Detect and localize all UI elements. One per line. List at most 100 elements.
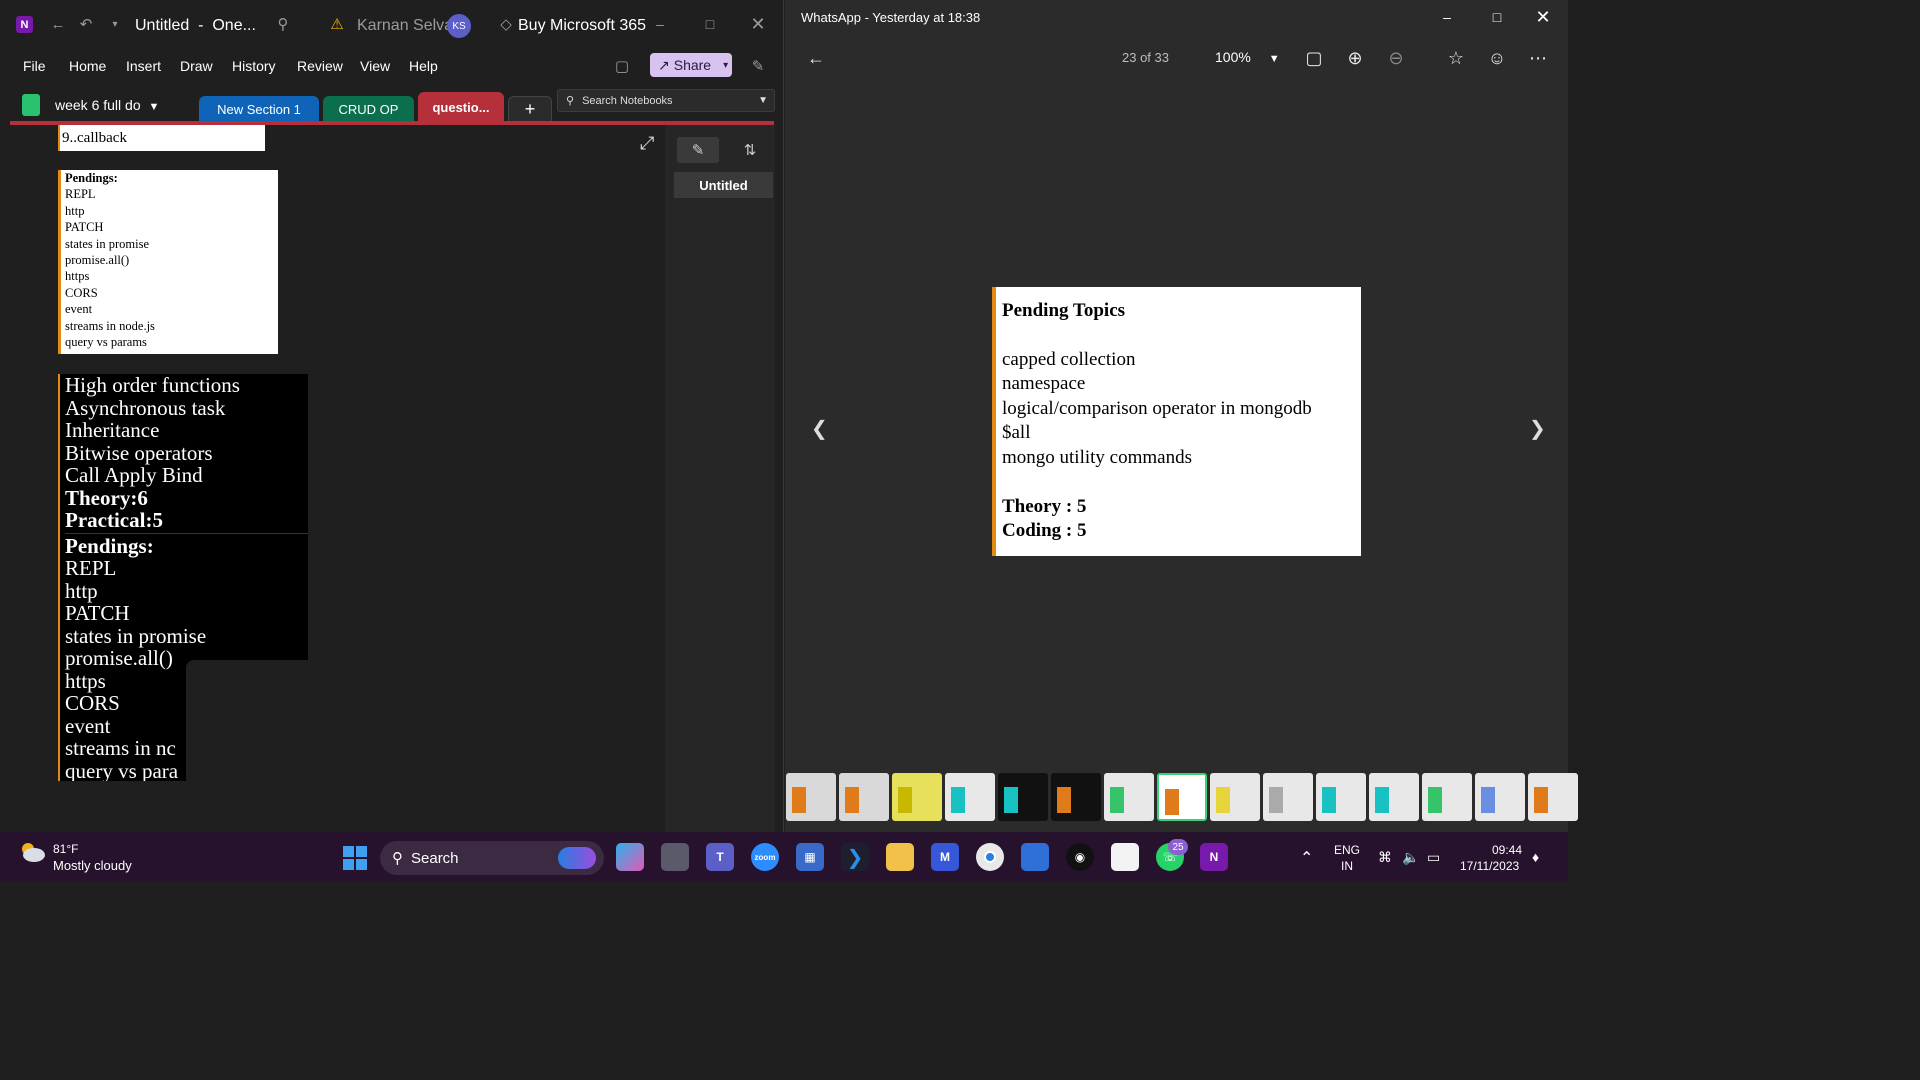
language-bottom[interactable]: IN <box>1341 859 1353 873</box>
weather-temperature[interactable]: 81°F <box>53 842 78 856</box>
menu-draw[interactable]: Draw <box>180 58 213 74</box>
chevron-down-icon[interactable]: ▼ <box>758 95 768 106</box>
next-image-icon[interactable]: ❯ <box>1529 416 1546 441</box>
thumbnail[interactable] <box>786 773 836 821</box>
warning-icon[interactable]: ⚠ <box>327 14 347 34</box>
expand-icon[interactable]: ⤢ <box>640 133 654 154</box>
notebook-icon[interactable] <box>22 94 40 116</box>
thumbnail[interactable] <box>1263 773 1313 821</box>
menu-insert[interactable]: Insert <box>126 58 161 74</box>
zoom-in-icon[interactable]: ⊕ <box>1342 46 1368 70</box>
thumbnail[interactable] <box>1104 773 1154 821</box>
thumbnail[interactable] <box>1369 773 1419 821</box>
task-view-icon[interactable] <box>661 843 689 871</box>
start-button[interactable] <box>343 846 367 870</box>
share-button[interactable]: ↗ Share ▾ <box>650 53 732 77</box>
vscode-app-icon[interactable]: ❯ <box>841 843 869 871</box>
pending-item: http <box>65 203 85 218</box>
practical-count: Practical:5 <box>65 508 163 532</box>
thumbnail-accent <box>951 787 965 813</box>
taskbar <box>0 832 1568 882</box>
close-button[interactable]: ✕ <box>746 12 770 36</box>
zoom-out-icon[interactable]: ⊖ <box>1383 46 1409 70</box>
close-button[interactable]: ✕ <box>1531 5 1555 29</box>
notepad-app-icon[interactable] <box>1111 843 1139 871</box>
thumbnail[interactable] <box>998 773 1048 821</box>
search-icon[interactable]: ⚲ <box>273 14 293 34</box>
thumbnail[interactable] <box>1051 773 1101 821</box>
thumbnail[interactable] <box>1316 773 1366 821</box>
more-options-icon[interactable]: ⋯ <box>1525 46 1551 70</box>
notebook-selector[interactable]: week 6 full do ▼ <box>55 97 159 113</box>
star-icon[interactable]: ☆ <box>1443 46 1469 70</box>
emoji-icon[interactable]: ☺ <box>1484 46 1510 70</box>
search-notebooks-input[interactable]: ⚲ Search Notebooks ▼ <box>557 89 775 112</box>
store-app-icon[interactable]: ▦ <box>796 843 824 871</box>
page-item-untitled[interactable]: Untitled <box>674 172 773 198</box>
search-icon: ⚲ <box>392 850 403 867</box>
back-icon[interactable]: ← <box>48 14 68 34</box>
volume-icon[interactable]: 🔈 <box>1402 849 1419 866</box>
chrome-app-icon[interactable] <box>976 843 1004 871</box>
thumbnail[interactable] <box>1210 773 1260 821</box>
ai-app-icon[interactable]: M <box>931 843 959 871</box>
sort-pages-icon[interactable]: ⇅ <box>729 137 771 163</box>
language-top[interactable]: ENG <box>1334 843 1360 857</box>
notification-bell-icon[interactable]: ♦ <box>1532 849 1539 865</box>
menu-file[interactable]: File <box>23 58 46 74</box>
thumbnail[interactable] <box>1422 773 1472 821</box>
add-page-icon[interactable]: ✎ <box>677 137 719 163</box>
add-section-button[interactable]: + <box>508 96 552 122</box>
wifi-icon[interactable]: ⌘ <box>1378 849 1392 866</box>
menu-home[interactable]: Home <box>69 58 106 74</box>
thumbnail[interactable] <box>1157 773 1207 821</box>
thumbnail[interactable] <box>1528 773 1578 821</box>
minimize-button[interactable]: – <box>1435 5 1459 29</box>
avatar[interactable]: KS <box>447 14 471 38</box>
maximize-button[interactable]: □ <box>1485 5 1509 29</box>
menu-review[interactable]: Review <box>297 58 343 74</box>
immersive-reader-icon[interactable]: ▢ <box>612 56 632 76</box>
taskbar-search[interactable]: ⚲ Search <box>380 841 604 875</box>
tab-new-section-1[interactable]: New Section 1 <box>199 96 319 122</box>
previous-image-icon[interactable]: ❮ <box>811 416 828 441</box>
maximize-button[interactable]: □ <box>698 12 722 36</box>
undo-icon[interactable]: ↶ <box>76 14 96 34</box>
thumbnail[interactable] <box>892 773 942 821</box>
chevron-down-icon: ▾ <box>723 59 729 71</box>
clock-time[interactable]: 09:44 <box>1492 843 1522 857</box>
fit-to-window-icon[interactable]: ▢ <box>1301 46 1327 70</box>
thumbnail[interactable] <box>839 773 889 821</box>
file-explorer-icon[interactable] <box>886 843 914 871</box>
github-app-icon[interactable]: ◉ <box>1066 843 1094 871</box>
teams-app-icon[interactable]: T <box>706 843 734 871</box>
battery-icon[interactable]: ▭ <box>1427 849 1440 866</box>
buy-microsoft-365-link[interactable]: Buy Microsoft 365 <box>518 17 646 35</box>
menu-view[interactable]: View <box>360 58 390 74</box>
page-canvas[interactable]: 9..callback Pendings: REPL http PATCH st… <box>10 125 665 832</box>
thumbnail-accent <box>1110 787 1124 813</box>
weather-icon[interactable] <box>18 840 46 869</box>
power-bi-icon[interactable] <box>1021 843 1049 871</box>
minimize-button[interactable]: – <box>648 12 672 36</box>
copilot-app-icon[interactable] <box>616 843 644 871</box>
image-title: Pending Topics <box>1002 300 1126 321</box>
onenote-app-icon[interactable]: N <box>1200 843 1228 871</box>
thumbnail[interactable] <box>945 773 995 821</box>
tab-crud-op[interactable]: CRUD OP <box>323 96 414 122</box>
image-pendings-small: Pendings: REPL http PATCH states in prom… <box>58 170 278 354</box>
tab-questions[interactable]: questio... <box>418 92 504 122</box>
thumbnail[interactable] <box>1475 773 1525 821</box>
zoom-app-icon[interactable]: zoom <box>751 843 779 871</box>
quick-access-dropdown-icon[interactable]: ▾ <box>105 14 125 34</box>
thumbnail-accent <box>845 787 859 813</box>
window-title: Untitled - One... <box>135 17 256 34</box>
zoom-select[interactable]: 100% ▼ <box>1215 49 1280 65</box>
menu-help[interactable]: Help <box>409 58 438 74</box>
comments-icon[interactable]: ✎ <box>748 56 768 76</box>
chevron-up-icon[interactable]: ⌃ <box>1300 848 1313 868</box>
menu-history[interactable]: History <box>232 58 276 74</box>
back-arrow-icon[interactable]: ← <box>803 46 829 70</box>
weather-description[interactable]: Mostly cloudy <box>53 858 132 873</box>
clock-date[interactable]: 17/11/2023 <box>1460 859 1519 873</box>
